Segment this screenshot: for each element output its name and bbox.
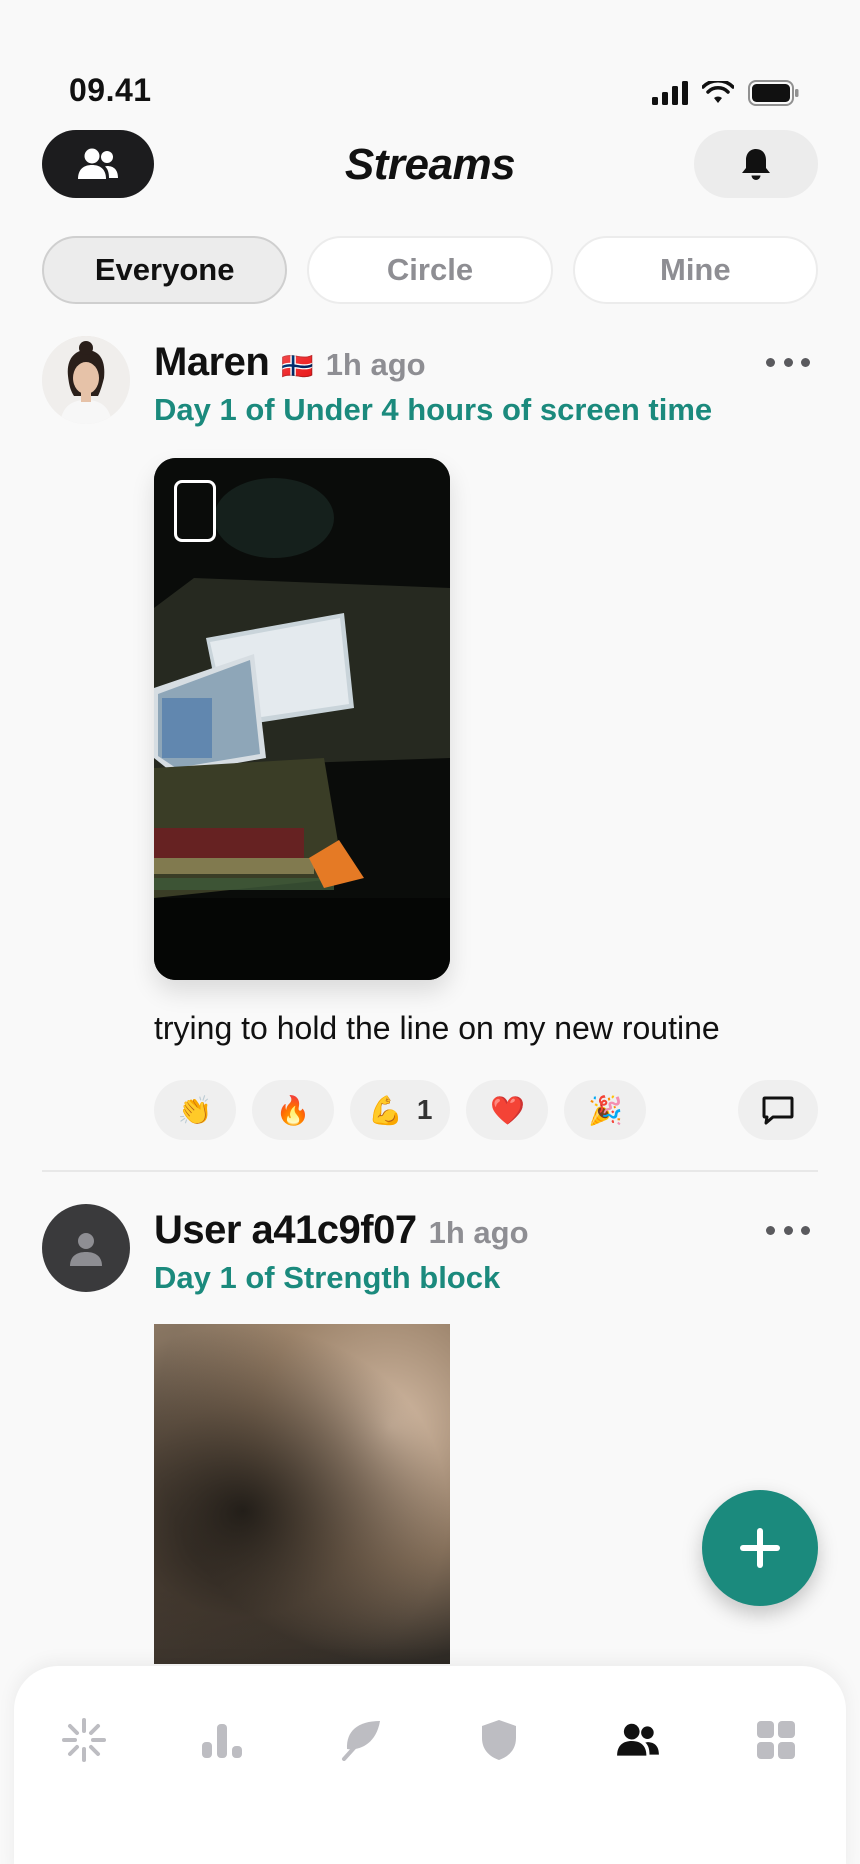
post-author[interactable]: Maren bbox=[154, 340, 270, 385]
muscle-icon: 💪 bbox=[368, 1094, 403, 1126]
reaction-clap-button[interactable]: 👏 bbox=[154, 1080, 236, 1140]
status-icons bbox=[652, 80, 800, 106]
reaction-fire-button[interactable]: 🔥 bbox=[252, 1080, 334, 1140]
header: Streams bbox=[42, 128, 818, 198]
tab-bar-journal[interactable] bbox=[331, 1710, 391, 1770]
post-header: User a41c9f07 1h ago bbox=[154, 1208, 818, 1258]
tab-bar-streams[interactable] bbox=[608, 1710, 668, 1770]
flag-icon: 🇳🇴 bbox=[281, 351, 314, 381]
post-author[interactable]: User a41c9f07 bbox=[154, 1208, 417, 1253]
tab-bar-more[interactable] bbox=[746, 1710, 806, 1770]
post-timestamp: 1h ago bbox=[325, 347, 426, 382]
heart-icon: ❤️ bbox=[490, 1094, 525, 1126]
tab-bar-sparkle[interactable] bbox=[54, 1710, 114, 1770]
battery-icon bbox=[748, 80, 799, 106]
post-header: Maren 🇳🇴 1h ago bbox=[154, 340, 818, 390]
signal-icon bbox=[652, 81, 688, 105]
reaction-count: 1 bbox=[416, 1094, 433, 1125]
reaction-party-button[interactable]: 🎉 bbox=[564, 1080, 647, 1140]
tab-circle[interactable]: Circle bbox=[307, 236, 553, 304]
people-icon bbox=[616, 1723, 659, 1756]
avatar[interactable] bbox=[42, 336, 130, 424]
notifications-button[interactable] bbox=[694, 130, 818, 198]
post-goal[interactable]: Day 1 of Strength block bbox=[154, 1260, 500, 1296]
party-icon: 🎉 bbox=[588, 1094, 623, 1126]
status-bar: 09.41 bbox=[0, 0, 860, 120]
tab-mine[interactable]: Mine bbox=[572, 236, 818, 304]
reaction-bar: 👏 🔥 💪 1 ❤️ 🎉 bbox=[154, 1080, 818, 1140]
reaction-heart-button[interactable]: ❤️ bbox=[466, 1080, 549, 1140]
user-placeholder-icon bbox=[70, 1233, 102, 1266]
grid-icon bbox=[756, 1721, 795, 1759]
post-card: Maren 🇳🇴 1h ago Day 1 of Under 4 hours o… bbox=[42, 336, 818, 1146]
sparkle-icon bbox=[62, 1718, 106, 1762]
tab-bar-shield[interactable] bbox=[469, 1710, 529, 1770]
comment-button[interactable] bbox=[738, 1080, 818, 1140]
bottom-tab-bar bbox=[14, 1666, 846, 1864]
comment-icon bbox=[762, 1096, 794, 1125]
status-time: 09.41 bbox=[69, 72, 152, 108]
leaf-icon bbox=[341, 1721, 380, 1761]
more-options-button[interactable] bbox=[766, 1220, 810, 1240]
avatar-photo bbox=[42, 336, 130, 424]
post-media[interactable] bbox=[154, 458, 450, 980]
fire-icon: 🔥 bbox=[275, 1094, 311, 1126]
more-options-button[interactable] bbox=[766, 352, 810, 372]
post-caption: trying to hold the line on my new routin… bbox=[154, 1010, 720, 1046]
post-timestamp: 1h ago bbox=[428, 1215, 529, 1250]
plus-icon bbox=[740, 1528, 780, 1568]
post-divider bbox=[42, 1170, 818, 1172]
reaction-muscle-button[interactable]: 💪 1 bbox=[350, 1080, 451, 1140]
clap-icon: 👏 bbox=[177, 1094, 213, 1126]
select-checkbox[interactable] bbox=[174, 480, 216, 542]
shield-icon bbox=[482, 1720, 517, 1760]
filter-tabs: Everyone Circle Mine bbox=[42, 236, 818, 304]
post-media-blurred[interactable] bbox=[154, 1324, 450, 1664]
avatar[interactable] bbox=[42, 1204, 130, 1292]
tab-bar-stats[interactable] bbox=[192, 1710, 252, 1770]
wifi-icon bbox=[702, 81, 734, 103]
bar-chart-icon bbox=[202, 1724, 243, 1758]
add-post-button[interactable] bbox=[702, 1490, 818, 1606]
tab-everyone[interactable]: Everyone bbox=[42, 236, 288, 304]
bell-icon bbox=[742, 149, 770, 180]
post-goal[interactable]: Day 1 of Under 4 hours of screen time bbox=[154, 392, 712, 428]
